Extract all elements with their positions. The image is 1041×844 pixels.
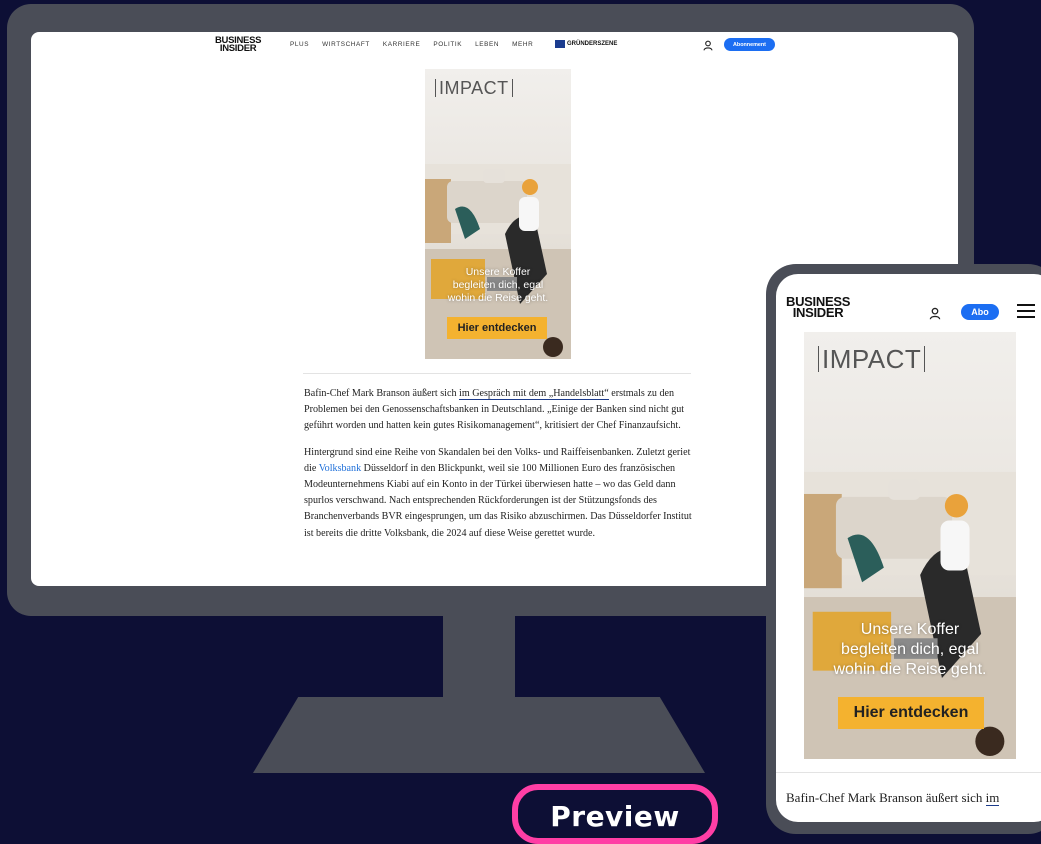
- monitor-stand-base: [253, 697, 705, 773]
- subscribe-button[interactable]: Abo: [961, 304, 999, 320]
- ad-banner[interactable]: IMPACT Unsere Koffer begleiten dich, ega…: [425, 69, 571, 359]
- user-icon[interactable]: [703, 38, 713, 56]
- ad-photo-scene: [425, 164, 571, 359]
- ad-copy: Unsere Koffer begleiten dich, egal wohin…: [447, 266, 549, 304]
- ad-cta-button[interactable]: Hier entdecken: [838, 697, 984, 729]
- article-snippet: Bafin-Chef Mark Branson äußert sich im: [786, 790, 1000, 806]
- nav-item-politik[interactable]: POLITIK: [433, 41, 462, 48]
- preview-label: Preview: [512, 784, 718, 844]
- article-paragraph: Hintergrund sind eine Reihe von Skandale…: [304, 446, 692, 539]
- subscribe-button[interactable]: Abonnement: [724, 38, 775, 51]
- business-insider-logo[interactable]: BUSINESS INSIDER: [786, 295, 850, 319]
- monitor-stand-neck: [443, 616, 515, 698]
- ad-brand-logo: IMPACT: [818, 346, 926, 372]
- desktop-site-header: BUSINESS INSIDER PLUS WIRTSCHAFT KARRIER…: [31, 32, 958, 60]
- handelsblatt-link[interactable]: im: [985, 790, 1000, 806]
- handelsblatt-link[interactable]: im Gespräch mit dem „Handelsblatt“: [459, 388, 609, 400]
- ad-cta-button[interactable]: Hier entdecken: [447, 317, 547, 339]
- ad-banner[interactable]: IMPACT Unsere Koffer begleiten dich, ega…: [804, 332, 1016, 759]
- hamburger-menu-icon[interactable]: [1017, 304, 1035, 318]
- volksbank-link[interactable]: Volksbank: [319, 463, 361, 474]
- mobile-phone: BUSINESS INSIDER Abo IMPACT Unsere Koffe…: [766, 264, 1041, 834]
- main-nav: PLUS WIRTSCHAFT KARRIERE POLITIK LEBEN M…: [290, 41, 533, 48]
- nav-item-mehr[interactable]: MEHR: [512, 41, 533, 48]
- nav-item-plus[interactable]: PLUS: [290, 41, 309, 48]
- nav-item-karriere[interactable]: KARRIERE: [383, 41, 420, 48]
- nav-item-leben[interactable]: LEBEN: [475, 41, 499, 48]
- nav-item-wirtschaft[interactable]: WIRTSCHAFT: [322, 41, 370, 48]
- ad-photo-scene: [804, 471, 1016, 759]
- article-paragraph: Bafin-Chef Mark Branson äußert sich im G…: [304, 388, 685, 432]
- business-insider-logo[interactable]: BUSINESS INSIDER: [215, 36, 261, 54]
- mobile-screen: BUSINESS INSIDER Abo IMPACT Unsere Koffe…: [776, 274, 1041, 822]
- ad-brand-logo: IMPACT: [435, 79, 513, 97]
- ad-divider: [776, 772, 1041, 773]
- gruenderszene-logo[interactable]: GRÜNDERSZENE: [555, 40, 617, 48]
- ad-copy: Unsere Koffer begleiten dich, egal wohin…: [833, 621, 987, 678]
- article-body: Bafin-Chef Mark Branson äußert sich im G…: [304, 386, 696, 552]
- user-icon[interactable]: [929, 307, 941, 325]
- gruenderszene-logo-mark: [555, 40, 565, 48]
- ad-divider: [303, 373, 691, 374]
